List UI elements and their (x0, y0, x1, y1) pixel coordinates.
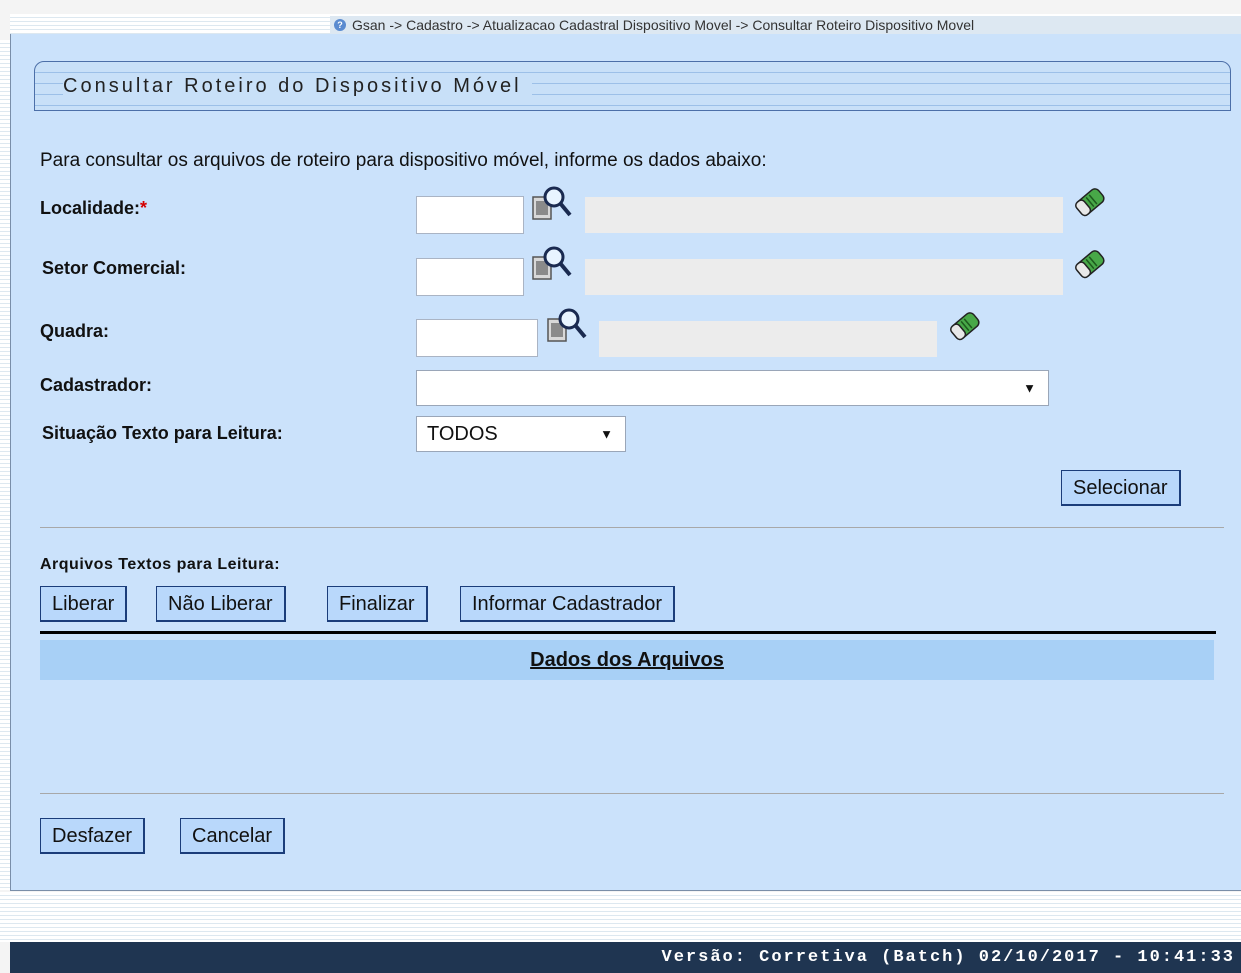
setor-description (585, 259, 1063, 295)
files-section-label: Arquivos Textos para Leitura: (40, 556, 281, 573)
eraser-icon[interactable] (1072, 246, 1108, 282)
page-title: Consultar Roteiro do Dispositivo Móvel (63, 75, 532, 98)
quadra-code-input[interactable] (416, 319, 538, 357)
breadcrumb: ? Gsan -> Cadastro -> Atualizacao Cadast… (330, 16, 1241, 34)
localidade-label: Localidade:* (40, 198, 148, 218)
chevron-down-icon: ▼ (600, 426, 613, 442)
setor-label: Setor Comercial: (42, 258, 187, 278)
divider (40, 527, 1224, 528)
selecionar-button[interactable]: Selecionar (1061, 470, 1181, 506)
quadra-description (599, 321, 937, 357)
magnifier-icon[interactable] (530, 243, 572, 285)
localidade-code-input[interactable] (416, 196, 524, 234)
left-stripe (0, 40, 10, 890)
version-footer: Versão: Corretiva (Batch) 02/10/2017 - 1… (10, 942, 1241, 973)
quadra-label: Quadra: (40, 321, 110, 341)
table-top-rule (40, 631, 1216, 634)
situacao-selected: TODOS (427, 422, 498, 445)
desfazer-button[interactable]: Desfazer (40, 818, 146, 854)
title-tab: Consultar Roteiro do Dispositivo Móvel (34, 61, 1231, 111)
informar-cadastrador-button[interactable]: Informar Cadastrador (460, 586, 676, 622)
cadastrador-select[interactable]: ▼ (416, 370, 1049, 406)
help-icon[interactable]: ? (334, 19, 346, 31)
nao-liberar-button[interactable]: Não Liberar (156, 586, 286, 622)
eraser-icon[interactable] (947, 308, 983, 344)
instructions-text: Para consultar os arquivos de roteiro pa… (40, 150, 767, 171)
finalizar-button[interactable]: Finalizar (327, 586, 428, 622)
localidade-description (585, 197, 1063, 233)
chevron-down-icon: ▼ (1023, 380, 1036, 396)
required-mark: * (140, 198, 148, 218)
situacao-label: Situação Texto para Leitura: (42, 423, 283, 443)
bottom-stripes (0, 892, 1241, 942)
cancelar-button[interactable]: Cancelar (180, 818, 286, 854)
divider (40, 793, 1224, 794)
files-table-header: Dados dos Arquivos (40, 640, 1214, 680)
magnifier-icon[interactable] (545, 305, 587, 347)
magnifier-icon[interactable] (530, 183, 572, 225)
setor-code-input[interactable] (416, 258, 524, 296)
situacao-select[interactable]: TODOS ▼ (416, 416, 626, 452)
cadastrador-label: Cadastrador: (40, 375, 153, 395)
liberar-button[interactable]: Liberar (40, 586, 128, 622)
eraser-icon[interactable] (1072, 184, 1108, 220)
breadcrumb-text: Gsan -> Cadastro -> Atualizacao Cadastra… (352, 17, 975, 33)
